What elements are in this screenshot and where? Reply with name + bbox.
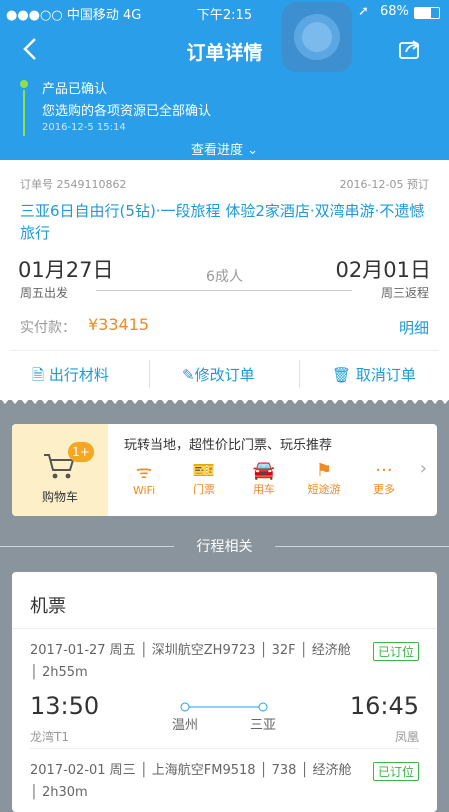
- return-weekday: 周三返程: [380, 286, 429, 300]
- pencil-icon: ✎: [182, 366, 195, 384]
- flight-card[interactable]: 机票 2017-01-27 周五 │ 深圳航空ZH9723 │ 32F │ 经济…: [12, 572, 437, 812]
- page-title: 订单详情: [186, 42, 263, 64]
- status-badge: 已订位: [372, 762, 419, 781]
- promo-item-wifi[interactable]: ᯤ WiFi: [116, 460, 172, 497]
- paid-amount: ¥33415: [88, 315, 150, 334]
- promo-item-ticket[interactable]: 🎫 门票: [176, 460, 232, 497]
- status-badge: 已订位: [372, 642, 419, 661]
- cart-badge: 1+: [68, 442, 94, 462]
- divider: [299, 360, 300, 388]
- car-icon: 🚘: [252, 460, 276, 481]
- wifi-icon: ᯤ: [135, 462, 153, 483]
- battery-icon: [414, 7, 440, 19]
- view-progress-link[interactable]: 查看进度 ⌄: [0, 139, 449, 158]
- status-dot: [20, 80, 28, 88]
- promo-item-trip[interactable]: ⚑ 短途游: [296, 460, 352, 497]
- order-card: 订单号 2549110862 2016-12-05 预订 三亚6日自由行(5钻)…: [0, 160, 449, 400]
- flight-title: 机票: [30, 596, 66, 617]
- origin-city: 温州: [172, 718, 199, 733]
- departure-terminal: 龙湾T1: [30, 730, 69, 744]
- cancel-order-button[interactable]: 🗑 取消订单: [332, 364, 416, 385]
- location-icon: ➚: [358, 4, 369, 19]
- divider: [12, 628, 437, 629]
- promo-item-more[interactable]: ··· 更多: [356, 460, 412, 497]
- divider: [10, 350, 439, 351]
- ticket-icon: 🎫: [192, 460, 216, 481]
- arrival-terminal: 凤凰: [394, 730, 419, 744]
- promo-item-car[interactable]: 🚘 用车: [236, 460, 292, 497]
- flag-icon: ⚑: [315, 460, 333, 481]
- status-line: [23, 90, 25, 136]
- promo-items: ᯤ WiFi 🎫 门票 🚘 用车 ⚑ 短途游 ··· 更多: [116, 460, 406, 510]
- modify-order-button[interactable]: ✎修改订单: [182, 364, 255, 385]
- departure-time: 13:50: [30, 692, 100, 720]
- share-icon[interactable]: [398, 38, 422, 64]
- order-number: 订单号 2549110862: [20, 178, 127, 191]
- ticket-edge: [0, 398, 449, 406]
- date-divider: [96, 290, 352, 291]
- divider: [30, 748, 419, 749]
- cart-label: 购物车: [41, 490, 78, 504]
- promo-headline: 玩转当地，超性价比门票、玩乐推荐: [124, 438, 333, 453]
- progress-status: 产品已确认: [42, 82, 108, 97]
- header-panel: ●●●○○ 中国移动 4G 下午2:15 ➚ 68% 订单详情 产品已确认 您选…: [0, 0, 449, 160]
- status-bar: ●●●○○ 中国移动 4G 下午2:15 ➚ 68%: [0, 4, 449, 24]
- battery-percent: 68%: [380, 4, 409, 19]
- divider: [149, 360, 150, 388]
- chevron-right-icon[interactable]: ›: [420, 458, 427, 479]
- progress-message: 您选购的各项资源已全部确认: [42, 104, 212, 119]
- leg-info: 2017-02-01 周三 │ 上海航空FM9518 │ 738 │ 经济舱 │…: [30, 763, 352, 800]
- booked-date: 2016-12-05 预订: [339, 178, 429, 191]
- document-icon: 🗎: [32, 366, 45, 384]
- progress-timestamp: 2016-12-5 15:14: [42, 122, 126, 133]
- detail-link[interactable]: 明细: [399, 317, 429, 338]
- chevron-down-icon: ⌄: [247, 143, 259, 158]
- materials-button[interactable]: 🗎 出行材料: [32, 364, 109, 390]
- destination-city: 三亚: [250, 718, 277, 733]
- section-line-right: [275, 546, 449, 547]
- leg-info: 2017-01-27 周五 │ 深圳航空ZH9723 │ 32F │ 经济舱 │…: [30, 643, 351, 680]
- more-icon: ···: [375, 460, 393, 481]
- return-date: 02月01日: [335, 258, 431, 282]
- trash-icon: 🗑: [332, 366, 352, 384]
- paid-label: 实付款：: [20, 320, 76, 336]
- depart-weekday: 周五出发: [20, 286, 69, 300]
- cart-button[interactable]: 1+ 购物车: [12, 424, 108, 516]
- promo-card: 1+ 购物车 玩转当地，超性价比门票、玩乐推荐 ᯤ WiFi 🎫 门票 🚘 用车 ⚑ 短…: [12, 424, 437, 516]
- route-line: [180, 702, 268, 712]
- product-title[interactable]: 三亚6日自由行(5钻)·一段旅程 体验2家酒店·双湾串游·不遗憾旅行: [20, 200, 435, 244]
- arrival-time: 16:45: [349, 692, 419, 720]
